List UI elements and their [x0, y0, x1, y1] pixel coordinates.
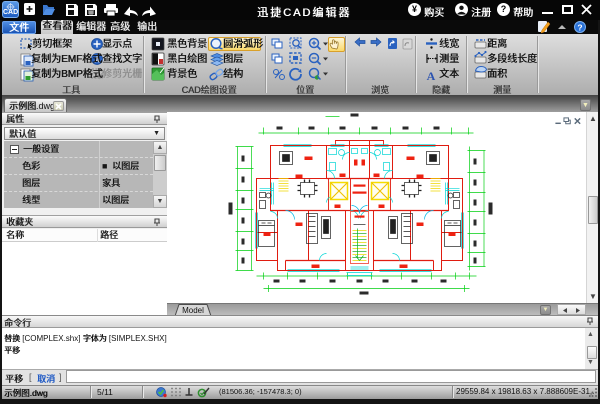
svg-text:?: ? [577, 23, 582, 33]
svg-text:A: A [427, 69, 436, 83]
svg-text:Model: Model [182, 306, 204, 315]
